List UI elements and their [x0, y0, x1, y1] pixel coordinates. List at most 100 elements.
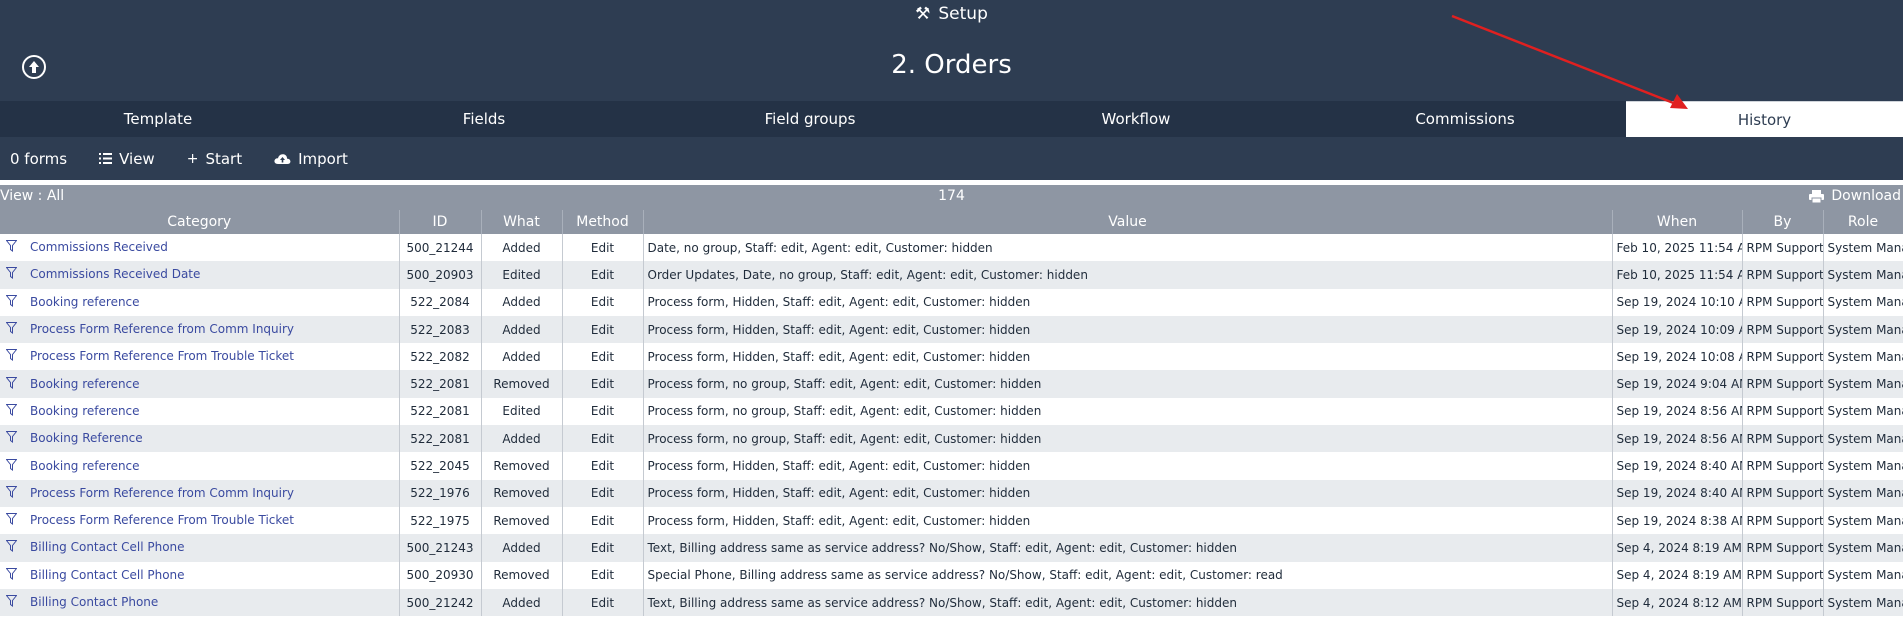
cell-category[interactable]: Commissions Received Date [0, 261, 400, 289]
category-link[interactable]: Process Form Reference from Comm Inquiry [30, 486, 294, 500]
table-header-row: Category ID What Method Value When By Ro… [0, 210, 1903, 234]
table-row[interactable]: Commissions Received Date 500_20903 Edited… [0, 261, 1903, 289]
col-header-value[interactable]: Value [643, 210, 1613, 234]
cell-method: Edit [562, 452, 644, 480]
filter-icon[interactable] [5, 267, 18, 282]
filter-icon[interactable] [5, 403, 18, 419]
cell-role: System Mana [1823, 452, 1903, 480]
tab-commissions[interactable]: Commissions [1304, 101, 1626, 137]
import-button[interactable]: Import [274, 150, 348, 168]
category-link[interactable]: Billing Contact Phone [30, 595, 158, 609]
table-row[interactable]: Booking reference 522_2045 Removed Edit Proc… [0, 452, 1903, 480]
category-link[interactable]: Booking Reference [30, 431, 143, 445]
setup-label: Setup [938, 4, 988, 24]
tab-template[interactable]: Template [0, 101, 316, 137]
filter-icon[interactable] [5, 240, 18, 255]
cell-category[interactable]: Billing Contact Cell Phone [0, 561, 400, 589]
category-link[interactable]: Process Form Reference From Trouble Tick… [30, 349, 294, 363]
cell-id: 500_20930 [399, 561, 482, 589]
table-row[interactable]: Booking reference 522_2084 Added Edit Proces… [0, 288, 1903, 316]
cell-by: RPM Support [1742, 288, 1824, 316]
col-header-what[interactable]: What [481, 210, 563, 234]
filter-icon[interactable] [5, 485, 18, 501]
col-header-category[interactable]: Category [0, 210, 400, 234]
filter-icon[interactable] [5, 349, 18, 364]
category-link[interactable]: Booking reference [30, 295, 140, 309]
list-icon [99, 153, 113, 164]
filter-icon[interactable] [5, 322, 18, 337]
col-header-id[interactable]: ID [399, 210, 482, 234]
cell-category[interactable]: Booking reference [0, 370, 400, 398]
table-row[interactable]: Billing Contact Cell Phone 500_20930 Remov… [0, 561, 1903, 589]
cell-category[interactable]: Process Form Reference From Trouble Tick… [0, 506, 400, 535]
table-row[interactable]: Process Form Reference From Trouble Tick… [0, 506, 1903, 535]
col-header-method[interactable]: Method [562, 210, 644, 234]
cell-when: Sep 19, 2024 10:09 AM [1612, 315, 1743, 344]
col-header-when[interactable]: When [1612, 210, 1743, 234]
table-row[interactable]: Process Form Reference from Comm Inquiry… [0, 315, 1903, 344]
cell-category[interactable]: Booking reference [0, 397, 400, 426]
tab-workflow[interactable]: Workflow [968, 101, 1304, 137]
cell-category[interactable]: Billing Contact Cell Phone [0, 534, 400, 562]
start-button[interactable]: + Start [187, 150, 242, 168]
cell-category[interactable]: Process Form Reference from Comm Inquiry [0, 315, 400, 344]
cell-category[interactable]: Process Form Reference From Trouble Tick… [0, 343, 400, 371]
category-link[interactable]: Commissions Received [30, 240, 168, 254]
category-link[interactable]: Commissions Received Date [30, 267, 200, 281]
filter-icon[interactable] [5, 513, 18, 528]
filter-icon[interactable] [5, 294, 18, 310]
filter-icon[interactable] [5, 431, 18, 446]
table-row[interactable]: Booking reference 522_2081 Edited Edit Proce… [0, 397, 1903, 426]
cell-category[interactable]: Process Form Reference from Comm Inquiry [0, 479, 400, 507]
download-button[interactable]: Download [1809, 188, 1901, 204]
category-link[interactable]: Booking reference [30, 377, 140, 391]
filter-icon[interactable] [5, 458, 18, 474]
download-label: Download [1831, 188, 1901, 204]
table-row[interactable]: Process Form Reference From Trouble Tick… [0, 343, 1903, 371]
category-link[interactable]: Process Form Reference From Trouble Tick… [30, 513, 294, 527]
category-link[interactable]: Booking reference [30, 404, 140, 418]
app-root: ⚒ Setup 2. Orders Template Fields Field g… [0, 0, 1903, 620]
cell-when: Sep 19, 2024 9:04 AM [1612, 370, 1743, 398]
table-row[interactable]: Billing Contact Phone 500_21242 Added Edit T… [0, 588, 1903, 617]
cell-role: System Mana [1823, 288, 1903, 316]
cell-category[interactable]: Booking reference [0, 288, 400, 316]
filter-icon[interactable] [5, 540, 18, 555]
table-row[interactable]: Booking reference 522_2081 Removed Edit Proc… [0, 370, 1903, 398]
tab-field-groups[interactable]: Field groups [652, 101, 968, 137]
view-button[interactable]: View [99, 150, 155, 168]
table-row[interactable]: Billing Contact Cell Phone 500_21243 Added… [0, 534, 1903, 562]
tab-fields[interactable]: Fields [316, 101, 652, 137]
cell-what: Edited [481, 397, 563, 426]
table-row[interactable]: Process Form Reference from Comm Inquiry… [0, 479, 1903, 507]
cell-category[interactable]: Booking Reference [0, 425, 400, 453]
cell-id: 522_2081 [399, 397, 482, 426]
category-link[interactable]: Booking reference [30, 459, 140, 473]
cell-category[interactable]: Commissions Received [0, 234, 400, 262]
filter-icon[interactable] [5, 376, 18, 392]
filter-icon[interactable] [5, 595, 18, 610]
cell-what: Added [481, 315, 563, 344]
start-label: Start [205, 149, 243, 168]
col-header-role[interactable]: Role [1823, 210, 1903, 234]
table-row[interactable]: Booking Reference 522_2081 Added Edit Proces… [0, 425, 1903, 453]
cell-method: Edit [562, 370, 644, 398]
cell-when: Sep 19, 2024 10:10 AM [1612, 288, 1743, 316]
cell-method: Edit [562, 397, 644, 426]
tab-history[interactable]: History [1626, 101, 1903, 137]
cell-category[interactable]: Billing Contact Phone [0, 588, 400, 617]
cell-when: Feb 10, 2025 11:54 AM [1612, 234, 1743, 262]
setup-link[interactable]: ⚒ Setup [0, 4, 1903, 24]
category-link[interactable]: Process Form Reference from Comm Inquiry [30, 322, 294, 336]
cell-what: Edited [481, 261, 563, 289]
cell-id: 522_1975 [399, 506, 482, 535]
col-header-by[interactable]: By [1742, 210, 1824, 234]
cell-id: 522_2083 [399, 315, 482, 344]
filter-icon[interactable] [5, 567, 18, 583]
category-link[interactable]: Billing Contact Cell Phone [30, 540, 185, 554]
category-link[interactable]: Billing Contact Cell Phone [30, 568, 185, 582]
cell-role: System Mana [1823, 343, 1903, 371]
cell-category[interactable]: Booking reference [0, 452, 400, 480]
toolbar: 0 forms View + Start Import [0, 137, 1903, 180]
table-row[interactable]: Commissions Received 500_21244 Added Edit Da… [0, 234, 1903, 262]
